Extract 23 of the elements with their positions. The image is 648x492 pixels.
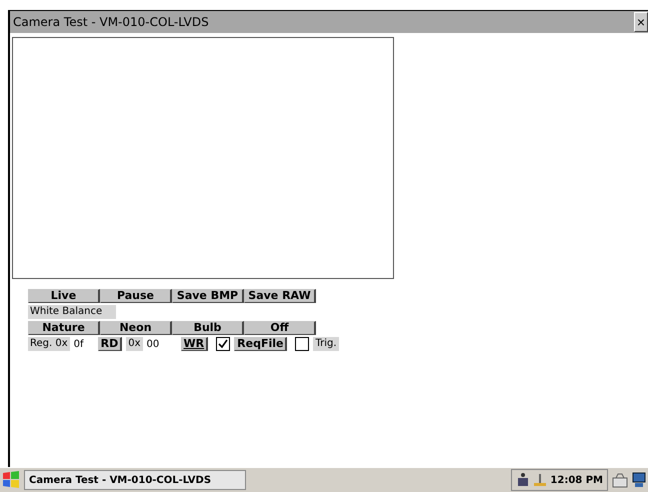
trig-checkbox[interactable] (295, 337, 310, 351)
balance-section-label: White Balance (28, 305, 116, 319)
clock: 12:08 PM (550, 474, 603, 486)
capture-button[interactable]: Save BMP (172, 289, 244, 303)
reqfile-checkbox[interactable] (216, 337, 230, 351)
desktop-icon[interactable] (632, 472, 646, 488)
window-title: Camera Test - VM-010-COL-LVDS (12, 15, 209, 29)
trig-label: Trig. (313, 337, 339, 351)
balance-mode-button[interactable]: Bulb (172, 321, 244, 335)
capture-button[interactable]: Live (28, 289, 100, 303)
balance-mode-button[interactable]: Neon (100, 321, 172, 335)
capture-button[interactable]: Pause (100, 289, 172, 303)
close-button[interactable]: × (634, 12, 648, 32)
balance-mode-button[interactable]: Off (244, 321, 316, 335)
register-label: Reg. 0x (28, 337, 70, 351)
taskbar-task-button[interactable]: Camera Test - VM-010-COL-LVDS (24, 470, 246, 490)
capture-button[interactable]: Save RAW (244, 289, 316, 303)
write-button[interactable]: WR (180, 337, 208, 351)
reqfile-button[interactable]: ReqFile (234, 337, 288, 351)
data-label: 0x (126, 337, 143, 351)
start-icon[interactable] (2, 471, 20, 489)
balance-mode-button[interactable]: Nature (28, 321, 100, 335)
read-button[interactable]: RD (98, 337, 122, 351)
